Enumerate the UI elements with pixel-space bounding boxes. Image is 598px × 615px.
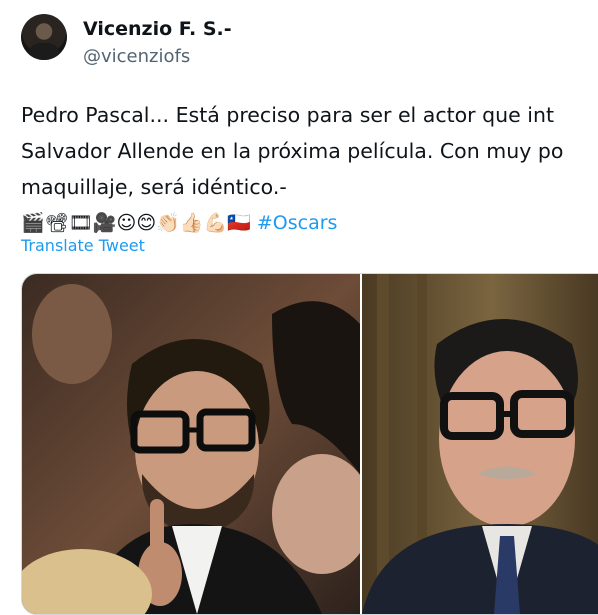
tweet-text-line-3: maquillaje, será idéntico.-: [21, 175, 287, 199]
tweet-emojis: 🎬📽🎞🎥☺😊👏🏻👍🏻💪🏻🇨🇱: [21, 212, 251, 234]
tweet-text-line-1: Pedro Pascal... Está preciso para ser el…: [21, 103, 554, 127]
profile-avatar[interactable]: [21, 14, 67, 60]
tweet-text-line-2: Salvador Allende en la próxima película.…: [21, 139, 564, 163]
tweet-header: Vicenzio F. S.- @vicenziofs: [21, 14, 232, 70]
tweet-text: Pedro Pascal... Está preciso para ser el…: [21, 97, 598, 241]
translate-tweet-link[interactable]: Translate Tweet: [21, 236, 145, 255]
author-display-name[interactable]: Vicenzio F. S.-: [83, 16, 232, 42]
photo-man-glasses-portrait-icon: [362, 274, 598, 614]
photo-left[interactable]: [22, 274, 362, 614]
photo-right[interactable]: [362, 274, 598, 614]
photo-man-glasses-pointing-icon: [22, 274, 360, 614]
author-handle[interactable]: @vicenziofs: [83, 44, 232, 70]
tweet-media: [21, 273, 598, 615]
hashtag-link[interactable]: #Oscars: [257, 212, 338, 234]
author-names: Vicenzio F. S.- @vicenziofs: [83, 16, 232, 70]
